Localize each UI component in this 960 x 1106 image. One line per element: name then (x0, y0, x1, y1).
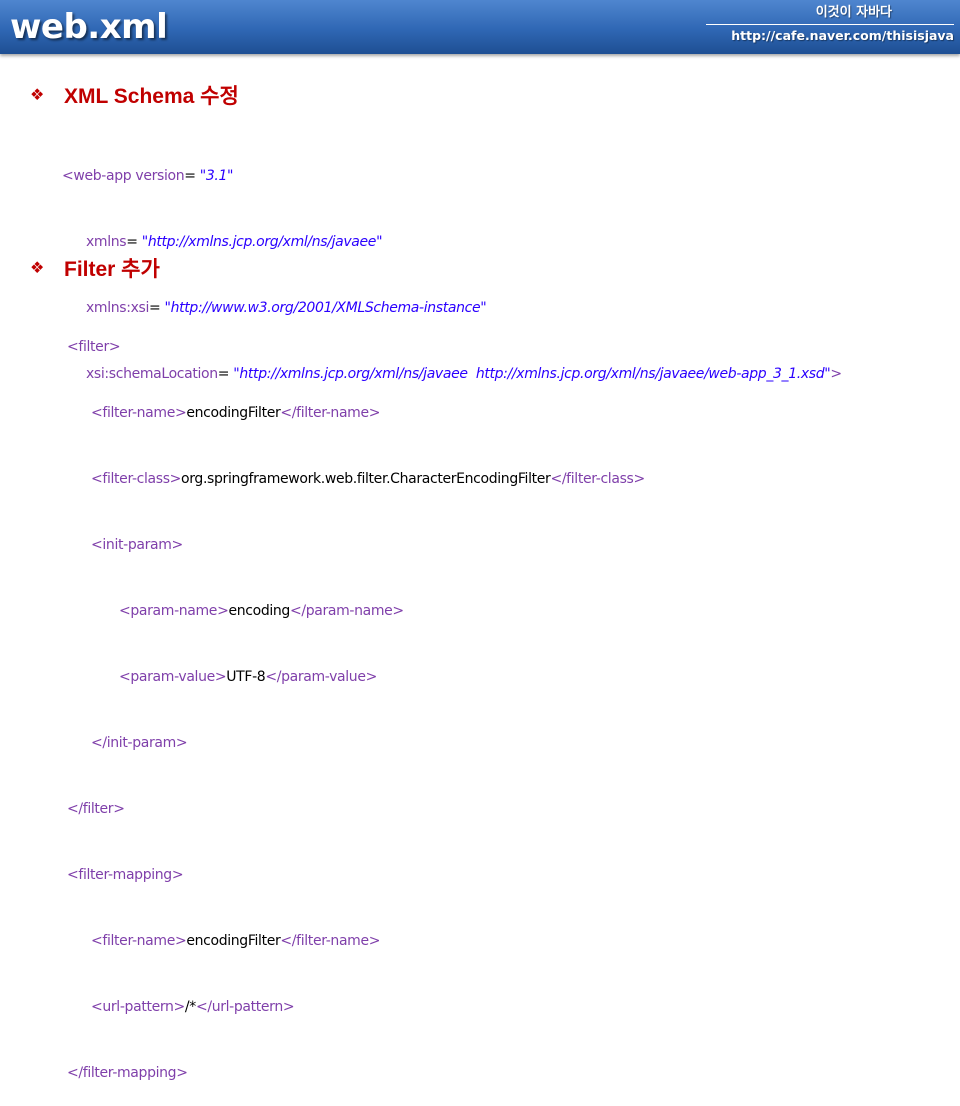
xml-tag: </filter-name> (280, 405, 381, 421)
brand-divider (706, 24, 954, 25)
code-line: <web-app version= "3.1" (62, 168, 234, 184)
xml-tag: <filter-class> (91, 471, 182, 487)
code-line: <init-param> (67, 534, 645, 556)
xml-tag: <filter-name> (91, 933, 187, 949)
xml-tag: </url-pattern> (195, 999, 295, 1015)
code-line: <filter> (67, 336, 645, 358)
code-line: </filter-mapping> (67, 1062, 645, 1084)
xml-tag: <filter> (67, 339, 121, 355)
xml-tag: </filter> (67, 801, 125, 817)
xml-tag: <param-name> (119, 603, 229, 619)
code-line: <filter-name>encodingFilter</filter-name… (67, 402, 645, 424)
xml-text: encodingFilter (186, 405, 281, 421)
xml-tag: </filter-name> (280, 933, 381, 949)
xml-text: org.springframework.web.filter.Character… (181, 471, 551, 487)
xml-tag: > (830, 366, 842, 382)
code-line: <param-name>encoding</param-name> (67, 600, 645, 622)
xml-tag: </filter-mapping> (67, 1065, 188, 1081)
xml-tag: <filter-name> (91, 405, 187, 421)
code-line: <filter-class>org.springframework.web.fi… (67, 468, 645, 490)
slide-title: web.xml (10, 7, 168, 47)
xml-tag: <init-param> (91, 537, 183, 553)
section-heading-label: XML Schema 수정 (64, 85, 239, 108)
xml-tag: </param-name> (289, 603, 404, 619)
slide-header: web.xml 이것이 자바다 http://cafe.naver.com/th… (0, 0, 960, 54)
section-heading-filter: ❖ Filter 추가 (30, 253, 160, 283)
xml-tag: </init-param> (91, 735, 188, 751)
code-line: <filter-name>encodingFilter</filter-name… (67, 930, 645, 952)
xml-attribute: version (135, 168, 185, 184)
xml-tag: </filter-class> (550, 471, 645, 487)
brand-name: 이것이 자바다 (815, 5, 892, 20)
section-heading-schema: ❖ XML Schema 수정 (30, 80, 239, 110)
code-line: <url-pattern>/*</url-pattern> (67, 996, 645, 1018)
code-line: </filter> (67, 798, 645, 820)
xml-tag: <param-value> (119, 669, 227, 685)
diamond-bullet-icon: ❖ (30, 87, 45, 104)
xml-text: encodingFilter (186, 933, 281, 949)
xml-tag: <web-app (62, 168, 132, 184)
xml-text: encoding (228, 603, 290, 619)
xml-tag: <filter-mapping> (67, 867, 184, 883)
xml-text: /* (184, 999, 196, 1015)
brand-block: 이것이 자바다 http://cafe.naver.com/thisisjava (706, 4, 954, 45)
xml-attribute-value: "3.1" (199, 168, 234, 184)
code-line: <filter-mapping> (67, 864, 645, 886)
xml-attribute-value: "http://xmlns.jcp.org/xml/ns/javaee" (141, 234, 383, 250)
code-line: <param-value>UTF-8</param-value> (67, 666, 645, 688)
xml-text: UTF-8 (226, 669, 266, 685)
xml-attribute: xmlns (86, 234, 127, 250)
xml-tag: <url-pattern> (91, 999, 185, 1015)
code-line: </init-param> (67, 732, 645, 754)
section-heading-label: Filter 추가 (64, 258, 160, 281)
code-line: xmlns= "http://xmlns.jcp.org/xml/ns/java… (86, 234, 383, 250)
diamond-bullet-icon: ❖ (30, 260, 45, 277)
brand-url: http://cafe.naver.com/thisisjava (731, 28, 954, 43)
code-block-filter: <filter> <filter-name>encodingFilter</fi… (67, 292, 645, 1106)
xml-tag: </param-value> (265, 669, 377, 685)
